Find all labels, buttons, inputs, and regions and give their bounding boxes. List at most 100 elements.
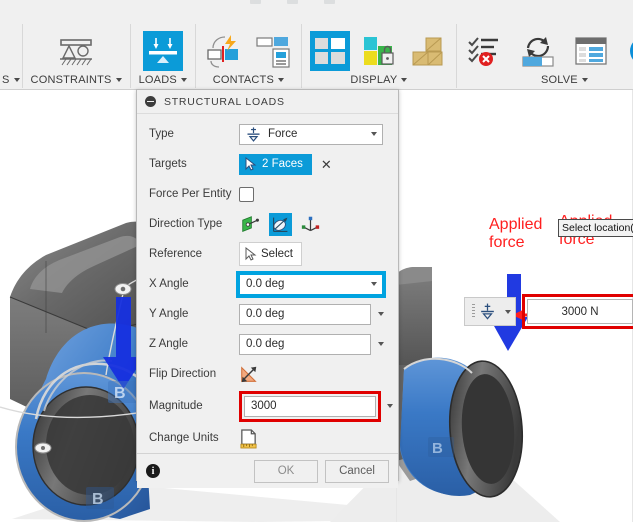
targets-value: 2 Faces (262, 158, 303, 170)
row-y-angle: Y Angle 0.0 deg (137, 299, 398, 329)
label-y-angle: Y Angle (149, 308, 189, 320)
label-reference: Reference (149, 248, 203, 260)
magnitude-input[interactable]: 3000 (244, 395, 376, 417)
clear-x-icon[interactable]: ✕ (321, 158, 332, 171)
label-magnitude: Magnitude (149, 400, 203, 412)
ribbon-panel-contacts-label[interactable]: CONTACTS (204, 73, 293, 88)
row-flip-direction: Flip Direction (137, 359, 398, 389)
collapse-minus-icon[interactable] (145, 96, 156, 107)
row-z-angle: Z Angle 0.0 deg (137, 329, 398, 359)
structural-constraints-icon[interactable] (56, 31, 96, 71)
chevron-down-icon[interactable] (13, 78, 20, 83)
svg-text:B: B (432, 440, 443, 457)
canvas-widget-caret-icon[interactable] (505, 309, 511, 314)
ribbon-panel-partial: S (0, 24, 22, 88)
reference-select-button[interactable]: Select (239, 242, 302, 266)
z-angle-value: 0.0 deg (246, 338, 285, 350)
chevron-down-icon[interactable] (180, 78, 187, 83)
manage-contacts-icon[interactable] (253, 31, 293, 71)
vector-components-icon[interactable] (299, 213, 322, 236)
chevron-down-icon[interactable] (581, 78, 588, 83)
type-dropdown-arrow-icon[interactable] (366, 125, 382, 144)
info-icon[interactable] (624, 31, 633, 71)
row-force-per-entity: Force Per Entity (137, 179, 398, 209)
chevron-down-icon[interactable] (115, 78, 122, 83)
ribbon-toolbar: S CONSTRAINTS LOADS CONTACTS DISPLAY SOL… (0, 0, 633, 90)
row-type: Type Force (137, 119, 398, 149)
y-angle-input[interactable]: 0.0 deg (239, 303, 371, 325)
ribbon-panel-solve-label[interactable]: SOLVE (465, 73, 633, 88)
z-angle-input[interactable]: 0.0 deg (239, 333, 371, 355)
ribbon-panel-loads-label[interactable]: LOADS (139, 73, 187, 88)
display-grid-icon[interactable] (309, 31, 350, 71)
row-direction-type: Direction Type (137, 209, 398, 239)
pre-check-icon[interactable] (465, 31, 505, 71)
display-mesh-icon[interactable] (408, 31, 448, 71)
automatic-contacts-icon[interactable] (204, 31, 244, 71)
ribbon-panel-partial-label[interactable]: S (2, 73, 20, 88)
label-force-per-entity: Force Per Entity (149, 188, 232, 200)
z-angle-dropdown-arrow-icon[interactable] (378, 342, 384, 346)
structural-loads-dialog: STRUCTURAL LOADS Type Force Targets 2 Fa… (136, 89, 399, 488)
ribbon-partial-row (250, 0, 335, 4)
canvas-widget-handle[interactable] (464, 297, 516, 326)
structural-loads-icon[interactable] (142, 31, 183, 71)
ok-button[interactable]: OK (254, 459, 318, 483)
y-angle-dropdown-arrow-icon[interactable] (378, 312, 384, 316)
cancel-button[interactable]: Cancel (325, 459, 389, 483)
display-lock-icon[interactable] (359, 31, 399, 71)
display-label-text: DISPLAY (350, 74, 398, 86)
partial-icon (250, 0, 261, 4)
constraints-label-text: CONSTRAINTS (30, 74, 112, 86)
row-change-units: Change Units (137, 423, 398, 453)
label-flip-direction: Flip Direction (149, 368, 217, 380)
type-combobox[interactable]: Force (239, 123, 383, 145)
canvas-magnitude-value[interactable]: 3000 N (527, 299, 633, 324)
applied-force-label: Applied force (489, 216, 561, 252)
flip-direction-icon[interactable] (239, 364, 259, 384)
label-z-angle: Z Angle (149, 338, 188, 350)
row-x-angle: X Angle 0.0 deg (137, 269, 398, 299)
drag-grip-icon[interactable] (472, 304, 475, 319)
x-angle-value: 0.0 deg (246, 278, 285, 290)
force-per-entity-checkbox[interactable] (239, 186, 254, 202)
targets-selection-button[interactable]: 2 Faces (239, 153, 312, 175)
canvas-magnitude-widget[interactable]: 3000 N (464, 294, 633, 329)
solve-icon[interactable] (518, 31, 558, 71)
chevron-down-icon[interactable] (278, 78, 285, 83)
info-icon[interactable]: i (146, 464, 160, 478)
label-change-units: Change Units (149, 432, 219, 444)
contacts-label-text: CONTACTS (212, 74, 275, 86)
ribbon-panel-display-label[interactable]: DISPLAY (310, 73, 448, 88)
select-location-tooltip: Select location( (558, 219, 633, 237)
label-type: Type (149, 128, 174, 140)
change-units-icon[interactable] (239, 428, 258, 449)
x-angle-input[interactable]: 0.0 deg (236, 270, 386, 298)
ribbon-panels: S CONSTRAINTS LOADS CONTACTS DISPLAY SOL… (0, 24, 633, 88)
magnitude-value: 3000 (251, 400, 277, 412)
constraint-marker-left (114, 283, 132, 295)
ribbon-panel-loads: LOADS (129, 24, 195, 88)
type-value: Force (268, 128, 298, 140)
solve-label-text: SOLVE (540, 74, 578, 86)
canvas-magnitude-redbox: 3000 N (522, 294, 633, 329)
chevron-down-icon[interactable] (401, 78, 408, 83)
normal-to-face-icon[interactable] (239, 213, 262, 236)
constraint-marker-bore (34, 442, 52, 454)
ribbon-panel-constraints: CONSTRAINTS (21, 24, 130, 88)
results-icon[interactable] (571, 31, 611, 71)
angles-direction-icon[interactable] (269, 212, 292, 236)
force-icon (247, 126, 260, 142)
dialog-body: Type Force Targets 2 Faces ✕ Force Per E… (137, 114, 398, 453)
dialog-header[interactable]: STRUCTURAL LOADS (137, 90, 398, 114)
svg-text:B: B (114, 385, 126, 402)
x-angle-dropdown-arrow-icon[interactable] (366, 275, 382, 294)
applied-force-label-line1: Applied (489, 216, 543, 233)
ribbon-panel-constraints-label[interactable]: CONSTRAINTS (31, 73, 122, 88)
row-targets: Targets 2 Faces ✕ (137, 149, 398, 179)
ribbon-top-strip (0, 0, 633, 24)
row-reference: Reference Select (137, 239, 398, 269)
app-window: B B B force Applied force Select locatio… (0, 0, 633, 522)
svg-text:B: B (92, 491, 104, 508)
magnitude-dropdown-arrow-icon[interactable] (387, 404, 393, 408)
